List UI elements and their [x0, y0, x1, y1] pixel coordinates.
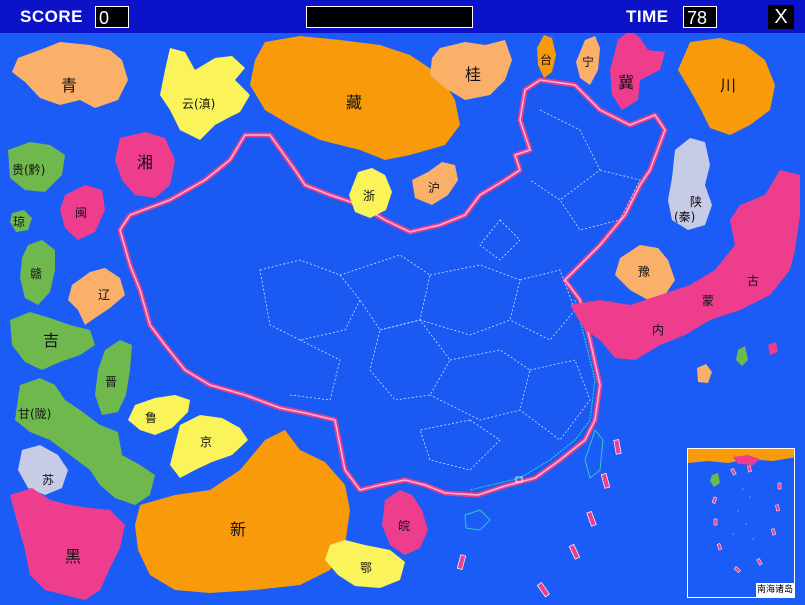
piece-jing[interactable]: 京: [170, 415, 248, 478]
piece-xin[interactable]: 新: [135, 430, 350, 593]
piece-ji-hebei-label: 冀: [618, 73, 634, 92]
piece-liao[interactable]: 辽: [68, 268, 125, 325]
piece-hei[interactable]: 黑: [10, 488, 125, 600]
piece-hongkong[interactable]: [768, 342, 778, 355]
piece-gan-jiangxi[interactable]: 赣: [20, 240, 55, 305]
piece-nei-label: 内: [652, 323, 664, 337]
piece-qiong-label: 琼: [13, 214, 25, 229]
time-value: 78: [683, 6, 717, 28]
piece-zhe[interactable]: 浙: [349, 168, 392, 218]
piece-yun[interactable]: 云(滇): [160, 48, 250, 140]
piece-zang-label: 藏: [346, 93, 362, 112]
piece-shaan-label: 陕: [690, 194, 702, 209]
piece-min-label: 闽: [75, 206, 87, 220]
hainan-outline: [464, 509, 491, 531]
score-label: SCORE: [20, 7, 83, 26]
piece-gui-guizhou-label: 贵(黔): [12, 162, 45, 177]
score-value: 0: [95, 6, 129, 28]
piece-min[interactable]: 闽: [60, 185, 105, 240]
piece-ning-label: 宁: [582, 54, 594, 69]
piece-e[interactable]: 鄂: [325, 540, 405, 588]
piece-small-orange[interactable]: [697, 364, 712, 383]
piece-gui-guangxi-label: 桂: [465, 65, 481, 84]
piece-hei-label: 黑: [65, 547, 81, 566]
piece-ji-jilin[interactable]: 吉: [10, 312, 95, 370]
piece-gan-gansu-label: 甘(陇): [18, 406, 51, 421]
piece-jing-label: 京: [200, 435, 212, 449]
piece-xiang[interactable]: 湘: [115, 132, 175, 198]
message-box: [306, 6, 473, 28]
south-china-sea-inset: [687, 448, 795, 598]
piece-xiang-label: 湘: [137, 153, 153, 172]
piece-su[interactable]: 苏: [18, 445, 68, 495]
piece-gu-label: 古: [747, 273, 759, 288]
inset-map: [688, 449, 794, 574]
piece-lu-label: 鲁: [145, 411, 157, 425]
piece-meng-label: 蒙: [702, 294, 714, 308]
piece-zhe-label: 浙: [363, 189, 375, 203]
piece-tai-label: 台: [540, 52, 552, 67]
piece-yun-label: 云(滇): [182, 97, 215, 111]
piece-ji-hebei[interactable]: 冀: [610, 33, 665, 110]
piece-liao-label: 辽: [98, 288, 110, 302]
piece-qing-label: 青: [61, 76, 77, 95]
piece-su-label: 苏: [42, 473, 54, 487]
piece-zang[interactable]: 藏: [250, 36, 460, 160]
piece-macau[interactable]: [736, 346, 748, 366]
piece-ning[interactable]: 宁: [576, 36, 600, 85]
inset-label: 南海诸岛: [756, 583, 794, 597]
close-button[interactable]: X: [768, 5, 794, 29]
piece-jin[interactable]: 晋: [95, 340, 132, 415]
piece-shaan[interactable]: 陕 (秦): [668, 138, 712, 230]
piece-shaan-alt-label: (秦): [674, 210, 695, 224]
game-board: 青 云(滇) 藏 桂 台 宁 冀 川 贵(黔) 湘 浙 沪 陕 (秦) 闽 琼 …: [8, 33, 800, 600]
piece-tai[interactable]: 台: [537, 35, 556, 78]
piece-yu-label: 豫: [638, 265, 650, 279]
piece-hu-label: 沪: [428, 181, 440, 195]
piece-gui-guizhou[interactable]: 贵(黔): [8, 142, 65, 192]
piece-chuan-label: 川: [720, 76, 736, 95]
piece-e-label: 鄂: [360, 561, 372, 575]
time-label: TIME: [626, 7, 669, 26]
piece-wan[interactable]: 皖: [382, 490, 428, 555]
piece-qiong[interactable]: 琼: [10, 210, 32, 232]
piece-ji-jilin-label: 吉: [43, 331, 59, 350]
piece-yu[interactable]: 豫: [615, 245, 675, 300]
piece-jin-label: 晋: [105, 375, 117, 389]
piece-qing[interactable]: 青: [12, 42, 128, 108]
piece-chuan[interactable]: 川: [678, 38, 775, 135]
piece-xin-label: 新: [230, 520, 246, 539]
piece-gan-jiangxi-label: 赣: [30, 267, 42, 281]
piece-wan-label: 皖: [398, 519, 410, 533]
piece-hu[interactable]: 沪: [412, 162, 458, 205]
